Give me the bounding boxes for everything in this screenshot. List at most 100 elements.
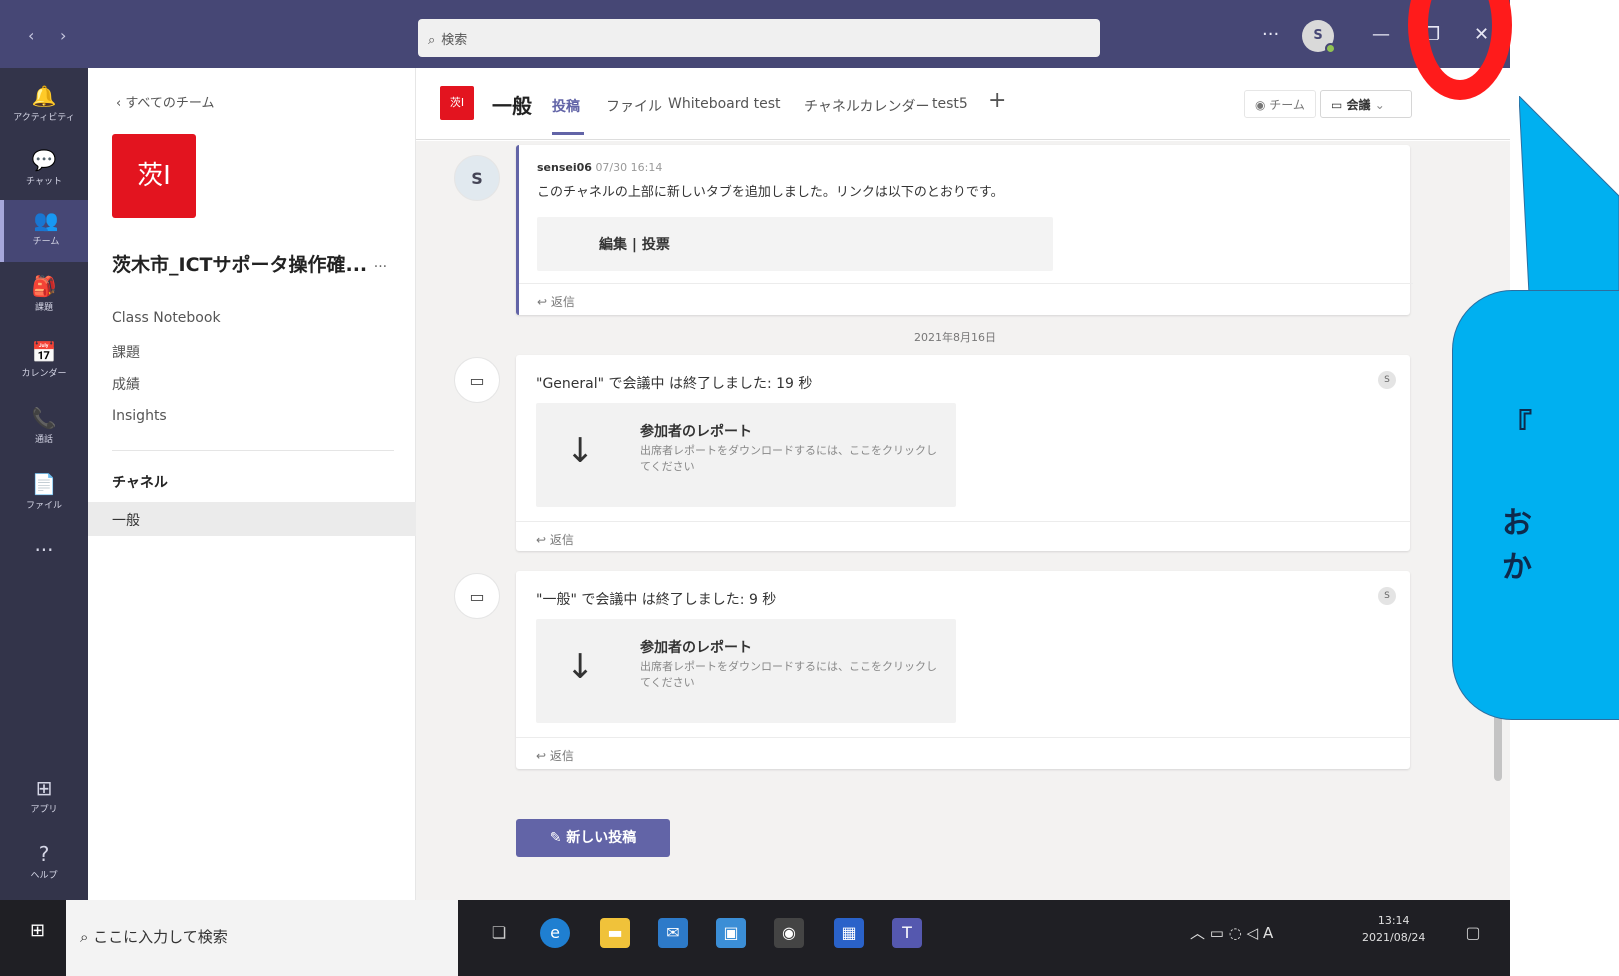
notification-icon[interactable]: ▢	[1458, 918, 1488, 948]
rail-label: アクティビティ	[13, 113, 75, 123]
channel-title: 一般	[492, 94, 532, 118]
rail-item-assignments[interactable]: 🎒 課題	[0, 266, 88, 328]
avatar[interactable]: S	[1378, 587, 1396, 605]
report-subtitle: 出席者レポートをダウンロードするには、ここをクリックしてください	[640, 444, 937, 473]
rail-item-more[interactable]: ···	[0, 530, 88, 592]
callout-pointer	[1519, 96, 1619, 294]
rail-item-activity[interactable]: 🔔 アクティビティ	[0, 76, 88, 138]
battery-icon[interactable]: ▭	[1210, 924, 1224, 942]
avatar[interactable]: S	[454, 155, 500, 201]
avatar[interactable]: S	[1378, 371, 1396, 389]
meet-button-label: 会議	[1346, 98, 1371, 112]
tab-channel-calendar[interactable]: チャネルカレンダー	[804, 96, 929, 116]
post-card: sensei06 07/30 16:14 このチャネルの上部に新しいタブを追加し…	[516, 145, 1413, 315]
search-icon: ⌕	[428, 33, 436, 48]
tab-posts[interactable]: 投稿	[552, 96, 580, 116]
system-tray: ︿ ▭ ◌ ◁ A	[1190, 922, 1273, 943]
rail-label: チーム	[32, 237, 60, 247]
team-more-button[interactable]: ···	[374, 259, 387, 275]
callout-text-line: か	[1502, 550, 1532, 585]
callout-text-line: お	[1502, 506, 1532, 541]
title-bar: ‹ › ⌕ 検索 ··· S — ❐ ✕	[0, 0, 1510, 68]
link-class-notebook[interactable]: Class Notebook	[112, 310, 221, 326]
more-icon: ···	[34, 538, 54, 562]
clock-time: 13:14	[1377, 914, 1410, 927]
photos-icon[interactable]: ▣	[716, 918, 746, 948]
volume-icon[interactable]: ◁	[1247, 924, 1259, 942]
rail-item-calendar[interactable]: 📅 カレンダー	[0, 332, 88, 394]
chevron-up-icon[interactable]: ︿	[1190, 924, 1205, 942]
video-icon: ▭	[1331, 98, 1347, 112]
phone-icon: 📞	[31, 406, 57, 430]
network-icon[interactable]: ◌	[1229, 924, 1242, 942]
camera-icon[interactable]: ◉	[774, 918, 804, 948]
store-icon[interactable]: ▦	[834, 918, 864, 948]
rail-label: 課題	[34, 303, 53, 313]
reply-button[interactable]: ↩ 返信	[537, 293, 575, 310]
rail-label: チャット	[26, 177, 62, 187]
meeting-title: "General" で会議中 は終了しました: 19 秒	[536, 376, 813, 392]
taskbar-search-placeholder: ここに入力して検索	[93, 928, 228, 946]
avatar[interactable]: S	[1302, 20, 1336, 54]
reply-button[interactable]: ↩ 返信	[536, 747, 574, 764]
meet-button[interactable]: ▭ 会議 ⌄	[1320, 90, 1412, 118]
search-input[interactable]: ⌕ 検索	[418, 19, 1100, 57]
rail-item-apps[interactable]: ⊞ アプリ	[0, 768, 88, 830]
chevron-down-icon[interactable]: ⌄	[1375, 98, 1385, 112]
rail-item-files[interactable]: 📄 ファイル	[0, 464, 88, 526]
rail-item-teams[interactable]: 👥 チーム	[0, 200, 88, 262]
divider	[516, 737, 1410, 738]
tab-test5[interactable]: test5	[932, 96, 968, 112]
reply-button[interactable]: ↩ 返信	[536, 531, 574, 548]
taskbar-search-input[interactable]: ⌕ ここに入力して検索	[66, 900, 458, 976]
new-post-button[interactable]: ✎ 新しい投稿	[516, 819, 670, 857]
link-assignments[interactable]: 課題	[112, 342, 140, 362]
rail-item-chat[interactable]: 💬 チャット	[0, 140, 88, 202]
ime-indicator[interactable]: A	[1263, 924, 1273, 942]
bell-icon: 🔔	[31, 84, 57, 108]
attendance-report[interactable]: ↓ 参加者のレポート 出席者レポートをダウンロードするには、ここをクリックしてく…	[536, 403, 956, 507]
file-explorer-icon[interactable]: ▬	[600, 918, 630, 948]
reply-icon: ↩	[536, 749, 550, 763]
eye-icon: ◉	[1255, 98, 1270, 112]
teams-taskbar-icon[interactable]: T	[892, 918, 922, 948]
taskbar-clock[interactable]: 13:14 2021/08/24	[1362, 912, 1425, 946]
avatar-initial: S	[1313, 28, 1323, 43]
divider	[519, 283, 1413, 284]
report-title: 参加者のレポート	[640, 640, 752, 656]
team-name-text: 茨木市_ICTサポータ操作確...	[112, 254, 368, 276]
rail-label: カレンダー	[21, 369, 67, 379]
team-name: 茨木市_ICTサポータ操作確... ···	[112, 250, 387, 277]
back-arrow-icon[interactable]: ‹	[28, 26, 34, 45]
tab-whiteboard[interactable]: Whiteboard test	[668, 96, 780, 112]
attendance-report[interactable]: ↓ 参加者のレポート 出席者レポートをダウンロードするには、ここをクリックしてく…	[536, 619, 956, 723]
rail-label: ファイル	[25, 501, 62, 511]
forward-arrow-icon[interactable]: ›	[60, 26, 66, 45]
task-view-icon[interactable]: ❏	[484, 918, 514, 948]
minimize-button[interactable]: —	[1372, 24, 1390, 45]
rail-item-calls[interactable]: 📞 通話	[0, 398, 88, 460]
assignments-icon: 🎒	[31, 274, 57, 298]
all-teams-link[interactable]: ‹ すべてのチーム	[116, 92, 215, 111]
more-options-button[interactable]: ···	[1262, 24, 1279, 45]
mail-icon[interactable]: ✉	[658, 918, 688, 948]
clock-date: 2021/08/24	[1362, 931, 1426, 944]
channel-team-icon: 茨I	[440, 86, 474, 120]
divider	[112, 450, 394, 451]
post-attachment[interactable]: 編集 | 投票	[537, 217, 1053, 271]
windows-start-icon[interactable]: ⊞	[30, 920, 45, 941]
meeting-title: "一般" で会議中 は終了しました: 9 秒	[536, 592, 777, 608]
link-insights[interactable]: Insights	[112, 408, 167, 424]
new-post-label: 新しい投稿	[566, 830, 637, 846]
tab-files[interactable]: ファイル	[606, 96, 662, 116]
post-author[interactable]: sensei06	[537, 161, 592, 174]
rail-item-help[interactable]: ? ヘルプ	[0, 834, 88, 896]
team-button[interactable]: ◉ チーム	[1244, 90, 1316, 118]
link-grades[interactable]: 成績	[112, 374, 140, 394]
channel-item-general[interactable]: 一般	[88, 502, 416, 536]
compose-icon: ✎	[549, 830, 567, 846]
add-tab-button[interactable]: +	[988, 88, 1006, 113]
app-rail: 🔔 アクティビティ 💬 チャット 👥 チーム 🎒 課題 📅 カレンダー 📞 通話 📄 ファイル…	[0, 68, 88, 900]
edge-icon[interactable]: e	[540, 918, 570, 948]
report-title: 参加者のレポート	[640, 424, 752, 440]
